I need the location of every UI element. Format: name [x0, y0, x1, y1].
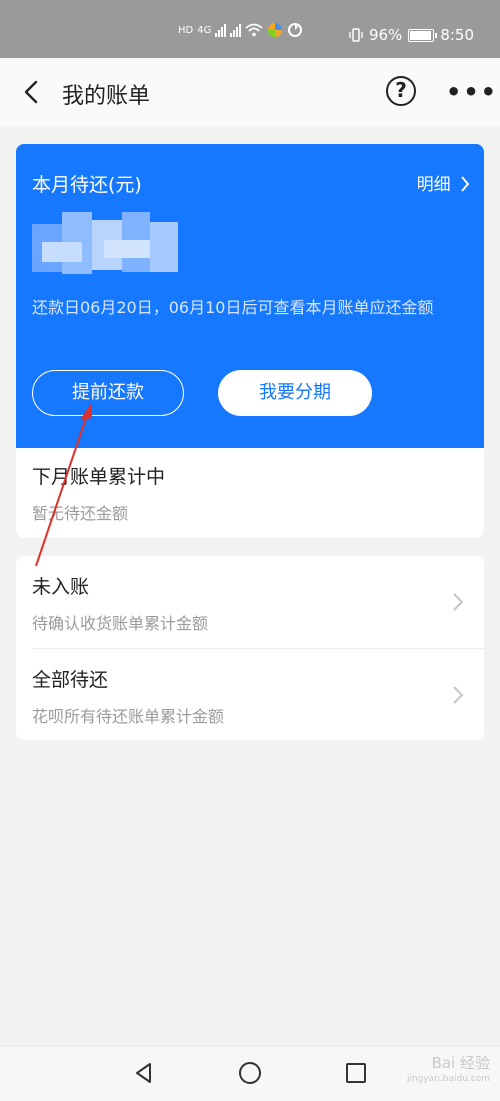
watermark-url: jingyan.baidu.com: [406, 1074, 490, 1084]
installment-button[interactable]: 我要分期: [218, 370, 372, 416]
list-item-title: 全部待还: [32, 669, 109, 691]
signal-icon: [215, 23, 227, 37]
next-month-title: 下月账单累计中: [32, 466, 166, 488]
app-header: 我的账单 ? •••: [0, 58, 500, 126]
nav-back-icon[interactable]: [132, 1061, 156, 1085]
list-item-subtitle: 花呗所有待还账单累计金额: [32, 707, 225, 726]
hd-label: HD: [178, 24, 194, 36]
wifi-icon: [245, 23, 263, 37]
list-item-unposted[interactable]: 未入账 待确认收货账单累计金额: [16, 556, 484, 648]
battery-percent: 96%: [368, 26, 403, 44]
list-item-subtitle: 待确认收货账单累计金额: [32, 614, 209, 633]
detail-link[interactable]: 明细: [417, 170, 470, 195]
list-item-title: 未入账: [32, 576, 90, 598]
app-notification-icon: [268, 23, 283, 37]
prepay-button[interactable]: 提前还款: [32, 370, 184, 416]
more-options-icon[interactable]: •••: [446, 78, 498, 106]
current-due-title: 本月待还(元): [32, 174, 142, 196]
vibrate-icon: [349, 28, 363, 42]
lte-label: 4G: [197, 24, 212, 36]
repayment-note: 还款日06月20日，06月10日后可查看本月账单应还金额: [32, 298, 434, 317]
help-icon[interactable]: ?: [386, 76, 416, 106]
chevron-right-icon: [461, 176, 470, 192]
sync-icon: [288, 23, 303, 37]
status-right-group: 96% 8:50: [349, 26, 474, 44]
chevron-right-icon: [453, 686, 464, 704]
status-network-group: HD 4G: [178, 22, 303, 38]
battery-icon: [408, 28, 438, 42]
next-month-bill[interactable]: 下月账单累计中 暂无待还金额: [16, 448, 484, 538]
bill-list-card: 未入账 待确认收货账单累计金额 全部待还 花呗所有待还账单累计金额: [16, 556, 484, 740]
list-item-all-due[interactable]: 全部待还 花呗所有待还账单累计金额: [16, 649, 484, 740]
system-nav-bar: Bai 经验 jingyan.baidu.com: [0, 1046, 500, 1101]
watermark: Bai 经验 jingyan.baidu.com: [407, 1055, 490, 1087]
chevron-right-icon: [453, 593, 464, 611]
next-month-subtitle: 暂无待还金额: [32, 504, 129, 523]
current-bill-card: 本月待还(元) 明细 还款日06月20日，06月10日后可查看本月账单应还金额 …: [16, 144, 484, 448]
status-time: 8:50: [440, 26, 474, 44]
page-title: 我的账单: [62, 84, 151, 109]
blurred-amount: [32, 212, 178, 274]
nav-home-icon[interactable]: [238, 1061, 262, 1085]
detail-link-label: 明细: [416, 175, 451, 195]
back-arrow-icon[interactable]: [20, 80, 44, 104]
watermark-brand: Bai 经验: [431, 1054, 490, 1072]
status-bar: HD 4G 96% 8:50: [0, 0, 500, 58]
nav-recents-icon[interactable]: [344, 1061, 368, 1085]
signal-icon-2: [230, 23, 242, 37]
